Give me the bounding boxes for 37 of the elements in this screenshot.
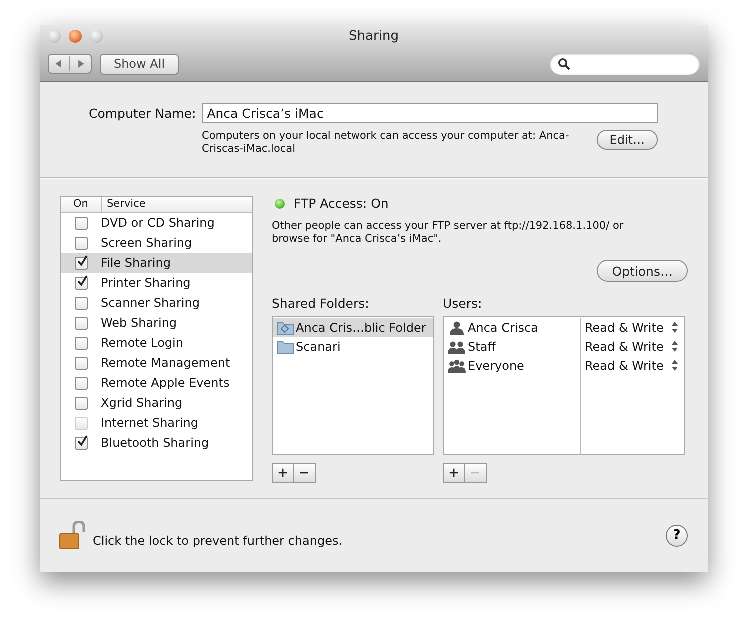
user-row[interactable]: Everyone xyxy=(444,356,580,375)
service-row[interactable]: DVD or CD Sharing xyxy=(61,213,252,233)
service-row[interactable]: Web Sharing xyxy=(61,313,252,333)
user-row[interactable]: Staff xyxy=(444,337,580,356)
permission-popup[interactable]: Read & Write xyxy=(581,318,684,337)
show-all-button[interactable]: Show All xyxy=(100,54,179,74)
status-label: FTP Access: On xyxy=(294,196,389,211)
service-row[interactable]: Remote Apple Events xyxy=(61,373,252,393)
users-label: Users: xyxy=(443,296,484,313)
help-button[interactable]: ? xyxy=(666,524,688,546)
options-button[interactable]: Options… xyxy=(597,260,688,282)
service-row[interactable]: Xgrid Sharing xyxy=(61,393,252,413)
service-row[interactable]: Scanner Sharing xyxy=(61,293,252,313)
computer-name-label: Computer Name: xyxy=(89,106,196,120)
computer-name-field[interactable]: Anca Crisca’s iMac xyxy=(202,103,658,123)
shared-folders-label: Shared Folders: xyxy=(272,296,370,313)
column-header[interactable]: On xyxy=(61,197,102,212)
remove-button[interactable]: − xyxy=(294,463,316,483)
lock-message: Click the lock to prevent further changes. xyxy=(93,534,343,548)
network-address-note: Computers on your local network can access your computer at: Anca-Criscas-iMac.local xyxy=(202,130,570,156)
status-description: Other people can access your FTP server at ftp://192.168.1.100/ or browse for "Anca Crisca’s iMac". xyxy=(272,220,625,246)
column-header[interactable]: Service xyxy=(102,197,146,212)
window-title: Sharing xyxy=(348,29,400,44)
user-row[interactable]: Anca Crisca xyxy=(444,318,580,337)
service-row[interactable]: Bluetooth Sharing xyxy=(61,433,252,453)
folder-row[interactable]: Anca Cris…blic Folder xyxy=(273,318,433,337)
edit-button[interactable]: Edit… xyxy=(596,130,658,150)
service-row[interactable]: Screen Sharing xyxy=(61,233,252,253)
permission-popup[interactable]: Read & Write xyxy=(581,356,684,375)
add-button[interactable]: + xyxy=(272,463,294,483)
service-row[interactable]: Remote Management xyxy=(61,353,252,373)
permission-popup[interactable]: Read & Write xyxy=(581,337,684,356)
service-row[interactable]: File Sharing xyxy=(61,253,252,273)
service-row[interactable]: Printer Sharing xyxy=(61,273,252,293)
folder-row[interactable]: Scanari xyxy=(273,337,433,356)
add-button[interactable]: + xyxy=(443,463,465,483)
service-row[interactable]: Remote Login xyxy=(61,333,252,353)
